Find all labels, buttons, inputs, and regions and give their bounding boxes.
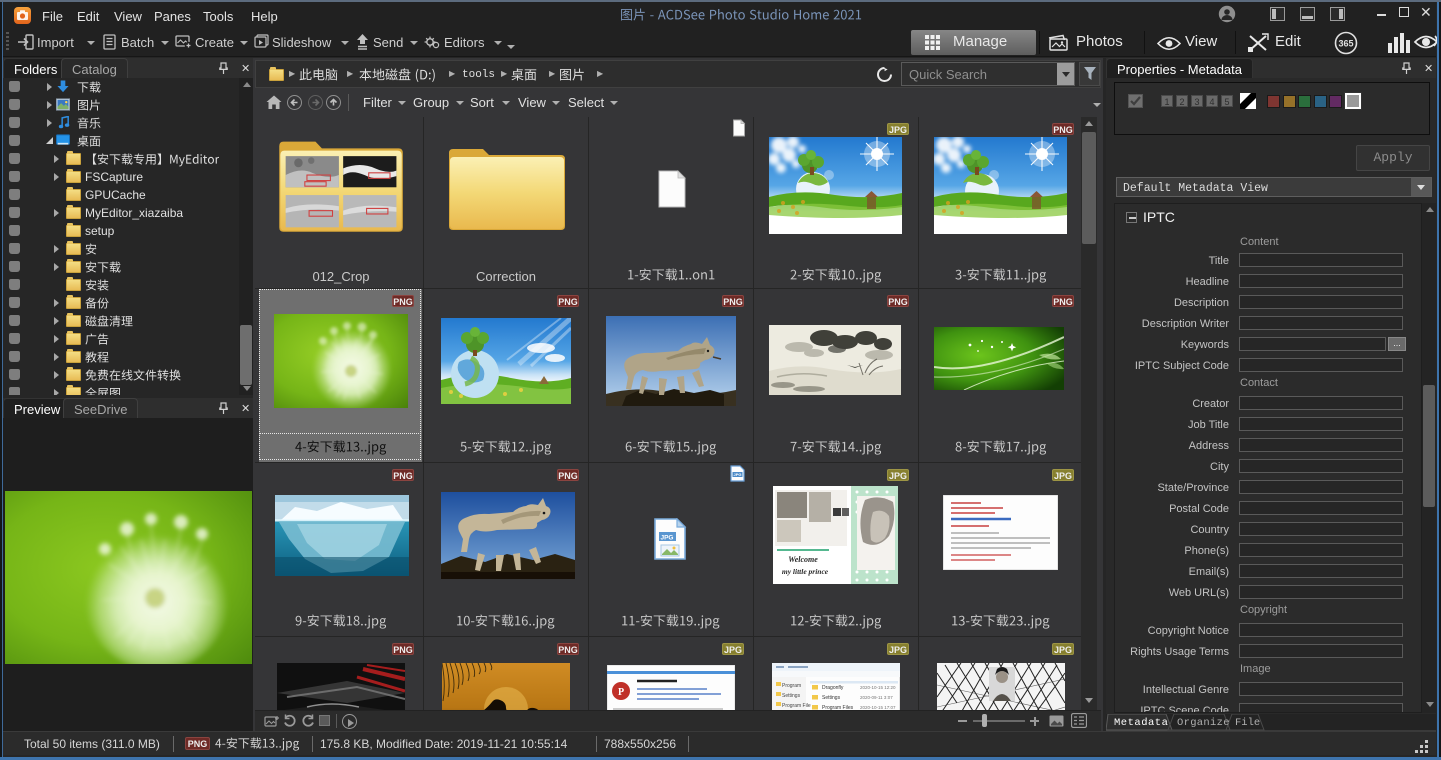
- svg-text:2020-10-15 12:20: 2020-10-15 12:20: [860, 685, 896, 690]
- svg-text:my little prince: my little prince: [782, 567, 829, 576]
- svg-text:JPG: JPG: [660, 535, 673, 542]
- svg-text:Dragonfly: Dragonfly: [822, 685, 844, 691]
- svg-text:Program: Program: [782, 683, 801, 689]
- svg-text:Welcome: Welcome: [788, 555, 818, 564]
- svg-text:2020-09-11 3:07: 2020-09-11 3:07: [860, 695, 893, 700]
- svg-text:365: 365: [1338, 39, 1353, 49]
- svg-text:P: P: [618, 687, 624, 698]
- svg-text:Settings: Settings: [782, 693, 801, 699]
- svg-text:Program File: Program File: [782, 703, 811, 709]
- svg-text:Settings: Settings: [822, 695, 841, 701]
- svg-text:JPG: JPG: [733, 472, 741, 477]
